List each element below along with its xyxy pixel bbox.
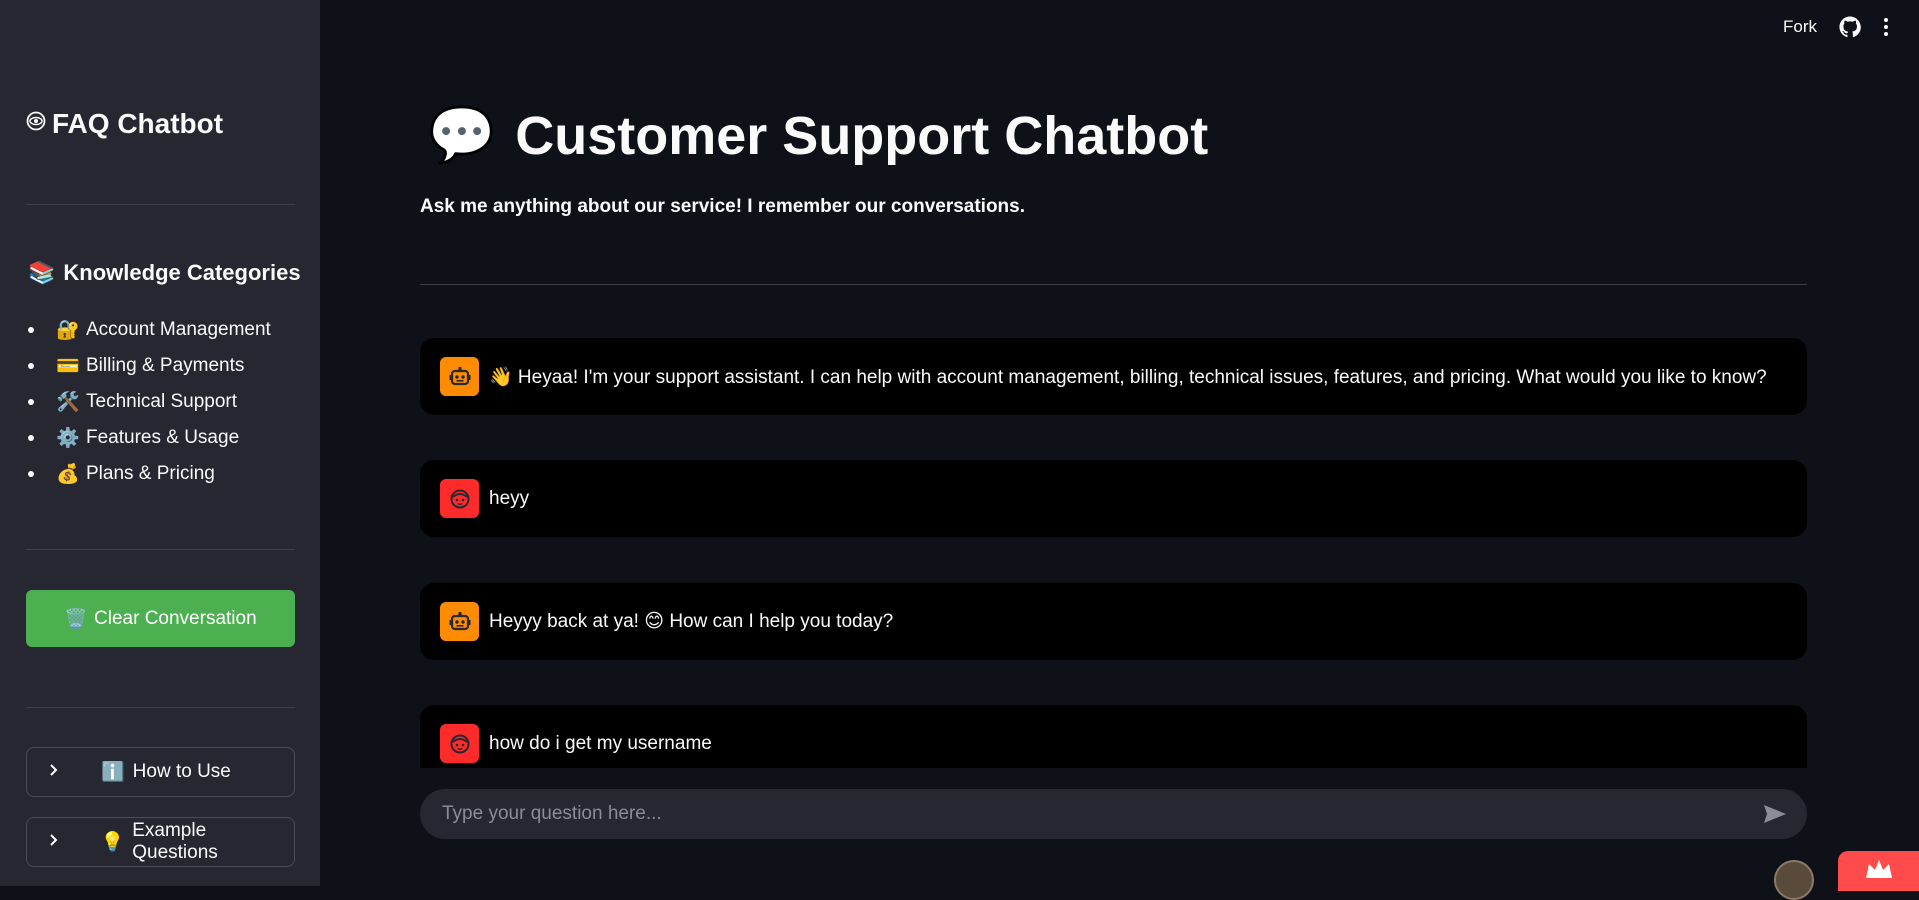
top-header: Fork bbox=[1783, 0, 1919, 54]
user-avatar-icon bbox=[440, 724, 479, 763]
category-item-account: 🔐 Account Management bbox=[28, 312, 271, 348]
speech-bubble-icon: 💬 bbox=[428, 105, 496, 165]
money-bag-icon: 💰 bbox=[56, 464, 80, 485]
message-text: Heyyy back at ya! 😊 How can I help you t… bbox=[489, 611, 894, 632]
page-title: 💬 Customer Support Chatbot bbox=[428, 104, 1208, 167]
sidebar-divider bbox=[26, 204, 295, 205]
fork-link[interactable]: Fork bbox=[1783, 17, 1817, 37]
categories-heading: 📚 Knowledge Categories bbox=[28, 260, 301, 286]
send-icon[interactable] bbox=[1763, 804, 1787, 824]
credit-card-icon: 💳 bbox=[56, 356, 80, 377]
message-text: how do i get my username bbox=[489, 732, 712, 754]
github-icon[interactable] bbox=[1839, 16, 1861, 38]
crown-icon bbox=[1864, 858, 1894, 885]
sidebar-title: FAQ Chatbot bbox=[26, 108, 223, 140]
lock-icon: 🔐 bbox=[56, 320, 80, 341]
page-title-text: Customer Support Chatbot bbox=[515, 105, 1209, 166]
chat-input[interactable] bbox=[440, 802, 1763, 826]
chat-history[interactable]: 👋 Heyaa! I'm your support assistant. I c… bbox=[420, 300, 1807, 768]
categories-heading-text: Knowledge Categories bbox=[63, 260, 301, 285]
main-divider bbox=[420, 284, 1807, 285]
category-label: Technical Support bbox=[86, 391, 238, 412]
expander-label: Example Questions bbox=[132, 820, 218, 863]
category-label: Account Management bbox=[86, 319, 271, 340]
chat-message-assistant: 👋 Heyaa! I'm your support assistant. I c… bbox=[420, 338, 1807, 415]
kebab-menu-icon[interactable] bbox=[1883, 17, 1889, 37]
tools-icon: 🛠️ bbox=[56, 392, 80, 413]
clear-conversation-label: Clear Conversation bbox=[94, 607, 257, 629]
categories-list: 🔐 Account Management 💳 Billing & Payment… bbox=[28, 312, 271, 492]
message-text: 👋 Heyaa! I'm your support assistant. I c… bbox=[489, 366, 1767, 388]
sidebar: FAQ Chatbot 📚 Knowledge Categories 🔐 Acc… bbox=[0, 0, 320, 886]
manage-app-badge[interactable] bbox=[1838, 851, 1919, 891]
profile-avatar[interactable] bbox=[1774, 860, 1814, 900]
expander-label: How to Use bbox=[132, 761, 231, 782]
sidebar-divider bbox=[26, 549, 295, 550]
info-icon: ℹ️ bbox=[101, 762, 125, 783]
category-item-billing: 💳 Billing & Payments bbox=[28, 348, 271, 384]
chevron-right-icon bbox=[47, 831, 71, 853]
sidebar-divider bbox=[26, 707, 295, 708]
chat-message-user: heyy bbox=[420, 460, 1807, 537]
message-text: heyy bbox=[489, 487, 530, 509]
chat-message-user: how do i get my username bbox=[420, 705, 1807, 768]
chat-input-bar bbox=[420, 789, 1807, 839]
chevron-right-icon bbox=[47, 761, 71, 783]
category-item-technical: 🛠️ Technical Support bbox=[28, 384, 271, 420]
trash-icon: 🗑️ bbox=[64, 608, 89, 630]
page-subtitle: Ask me anything about our service! I rem… bbox=[420, 196, 1026, 217]
bot-avatar-icon bbox=[440, 357, 479, 396]
category-label: Features & Usage bbox=[86, 427, 240, 448]
category-item-features: ⚙️ Features & Usage bbox=[28, 420, 271, 456]
category-item-pricing: 💰 Plans & Pricing bbox=[28, 456, 271, 492]
sidebar-title-text: FAQ Chatbot bbox=[52, 108, 224, 139]
how-to-use-expander[interactable]: ℹ️ How to Use bbox=[26, 747, 295, 797]
lightbulb-icon: 💡 bbox=[100, 832, 125, 853]
books-icon: 📚 bbox=[28, 260, 56, 285]
gear-icon: ⚙️ bbox=[56, 428, 80, 449]
bot-avatar-icon bbox=[440, 602, 479, 641]
category-label: Plans & Pricing bbox=[86, 463, 215, 484]
category-label: Billing & Payments bbox=[86, 355, 245, 376]
clear-conversation-button[interactable]: 🗑️ Clear Conversation bbox=[26, 590, 295, 647]
chat-message-assistant: Heyyy back at ya! 😊 How can I help you t… bbox=[420, 583, 1807, 660]
eye-icon bbox=[26, 111, 46, 137]
example-questions-expander[interactable]: 💡 Example Questions bbox=[26, 817, 295, 867]
user-avatar-icon bbox=[440, 479, 479, 518]
